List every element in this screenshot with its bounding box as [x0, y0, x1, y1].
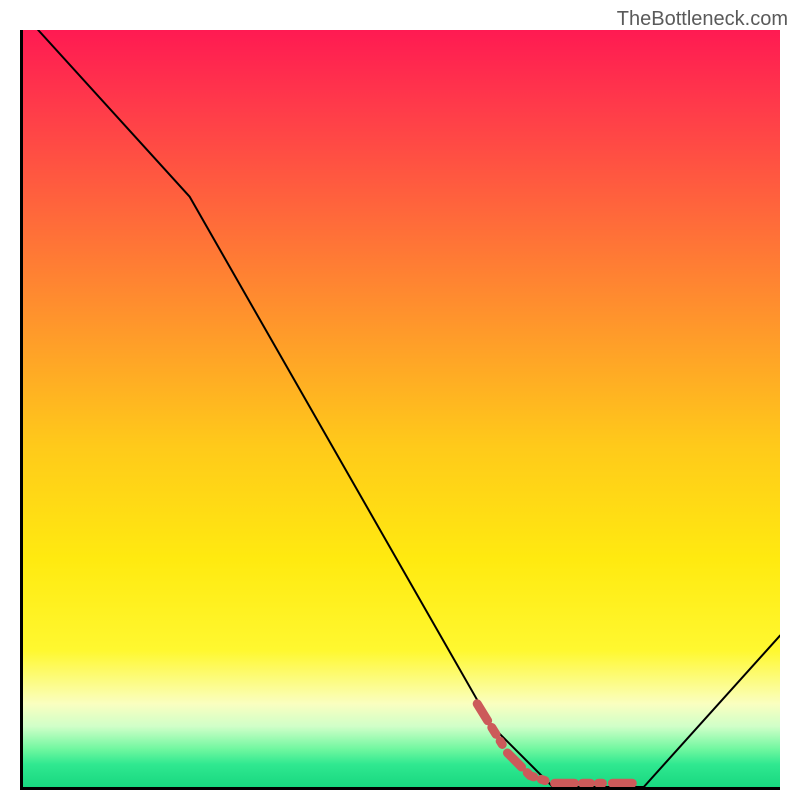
series-black-curve — [38, 30, 780, 787]
chart-svg — [23, 30, 780, 787]
plot-area — [20, 30, 780, 790]
chart-container: TheBottleneck.com — [0, 0, 800, 800]
attribution-text: TheBottleneck.com — [617, 8, 788, 31]
series-red-highlight — [477, 704, 636, 783]
